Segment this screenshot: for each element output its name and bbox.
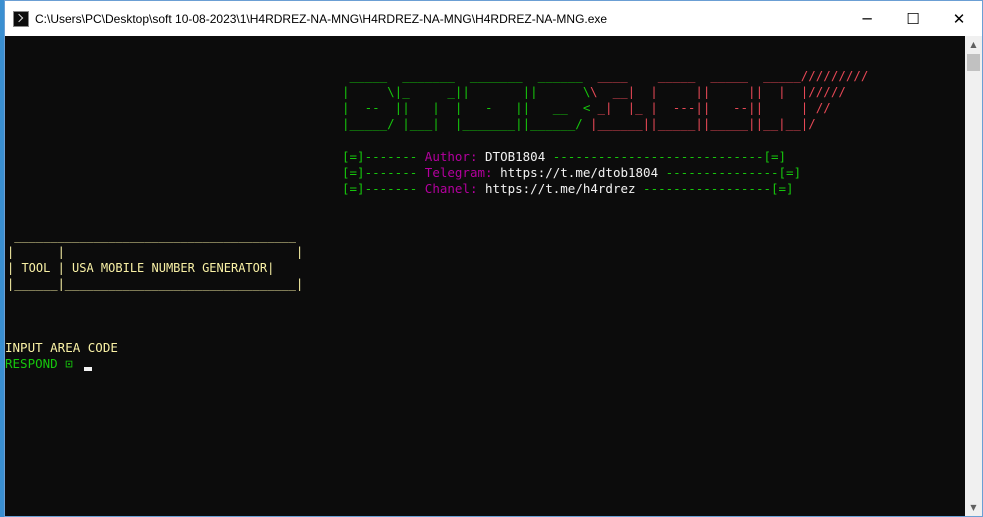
info-prefix: [=]------- <box>342 165 425 180</box>
info-suffix: ----------------------------[=] <box>545 149 787 164</box>
banner-line: _| |_ | ---|| --|| | // <box>590 100 831 115</box>
close-button[interactable]: ✕ <box>936 1 982 36</box>
respond-prompt: RESPOND ⊡ <box>5 356 73 372</box>
console-window[interactable]: C:\Users\PC\Desktop\soft 10-08-2023\1\H4… <box>4 0 983 517</box>
info-telegram-value: https://t.me/dtob1804 <box>500 165 659 180</box>
banner-line: _____ _______ _______ ______ <box>342 68 591 83</box>
banner-tech: ____ _____ _____ _____///////// \ __| | … <box>590 68 868 132</box>
text-cursor <box>84 367 92 371</box>
respond-icon: ⊡ <box>65 356 73 371</box>
tool-box-bottom: |______|________________________________… <box>7 277 304 291</box>
banner-dtob: _____ _______ _______ ______ | \|_ _|| |… <box>342 68 590 132</box>
info-prefix: [=]------- <box>342 149 425 164</box>
respond-label: RESPOND <box>5 356 66 371</box>
maximize-icon: ☐ <box>906 9 920 28</box>
scroll-up-icon[interactable]: ▲ <box>965 36 982 53</box>
maximize-button[interactable]: ☐ <box>890 1 936 36</box>
banner-line: ____ _____ _____ _____///////// <box>590 68 869 83</box>
info-telegram-label: Telegram: <box>424 165 501 180</box>
info-author-label: Author: <box>424 149 486 164</box>
close-icon: ✕ <box>952 9 966 28</box>
info-prefix: [=]------- <box>342 181 425 196</box>
minimize-button[interactable]: ─ <box>844 1 890 36</box>
tool-box-blank: | | | <box>7 245 304 259</box>
tool-box-top: _______________________________________ <box>7 229 296 243</box>
info-suffix: ---------------[=] <box>658 165 802 180</box>
info-block: [=]------- Author: DTOB1804 ------------… <box>342 149 801 197</box>
tool-box: _______________________________________ … <box>7 228 303 292</box>
tool-box-row: | TOOL | USA MOBILE NUMBER GENERATOR| <box>7 261 275 275</box>
banner-line: | -- || | | - || __ < <box>342 100 591 115</box>
banner-line: |______||_____||_____||__|__|/ <box>590 116 816 131</box>
banner-line: |_____/ |___| |_______||______/ <box>342 116 591 131</box>
minimize-icon: ─ <box>862 9 872 28</box>
console-output[interactable]: _____ _______ _______ ______ | \|_ _|| |… <box>5 36 965 516</box>
scrollbar-thumb[interactable] <box>967 54 980 71</box>
info-author-value: DTOB1804 <box>485 149 546 164</box>
scroll-down-icon[interactable]: ▼ <box>965 499 982 516</box>
vertical-scrollbar[interactable]: ▲ ▼ <box>965 36 982 516</box>
title-bar[interactable]: C:\Users\PC\Desktop\soft 10-08-2023\1\H4… <box>5 1 982 36</box>
banner-line: | \|_ _|| || \ <box>342 84 591 99</box>
input-area-code-label: INPUT AREA CODE <box>5 340 118 355</box>
window-title: C:\Users\PC\Desktop\soft 10-08-2023\1\H4… <box>35 11 608 26</box>
info-chanel-value: https://t.me/h4rdrez <box>485 181 636 196</box>
info-suffix: -----------------[=] <box>635 181 794 196</box>
console-app-icon <box>13 10 29 27</box>
banner-line: \ __| | || || | |///// <box>590 84 846 99</box>
info-chanel-label: Chanel: <box>424 181 486 196</box>
